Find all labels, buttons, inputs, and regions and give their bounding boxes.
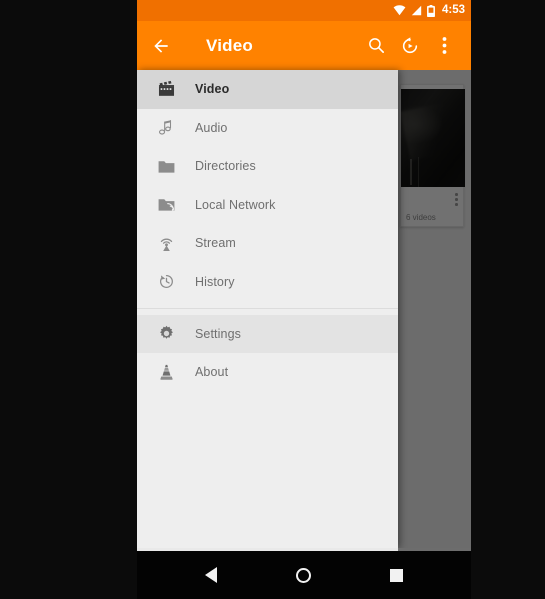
sidebar-item-label: Audio — [195, 120, 228, 135]
battery-icon — [427, 4, 435, 17]
device-frame: 6 videos 4:53 — [0, 0, 545, 599]
sidebar-item-about[interactable]: About — [137, 353, 398, 392]
nav-home-icon — [296, 567, 312, 583]
nav-recents-button[interactable] — [375, 555, 419, 595]
nav-recents-icon — [390, 568, 404, 582]
nav-home-button[interactable] — [282, 555, 326, 595]
sidebar-item-directories[interactable]: Directories — [137, 147, 398, 186]
sidebar-item-label: About — [195, 365, 229, 380]
wifi-icon — [393, 5, 406, 16]
folder-network-icon — [137, 195, 195, 214]
sidebar-item-label: Stream — [195, 236, 236, 251]
android-nav-bar — [137, 551, 471, 599]
sidebar-item-video[interactable]: Video — [137, 70, 398, 109]
folder-icon — [137, 157, 195, 176]
status-bar-clock: 4:53 — [441, 3, 465, 16]
navigation-drawer: Video Audio Directories Local Network St… — [137, 70, 398, 548]
history-clock-icon — [137, 272, 195, 291]
overflow-menu-icon[interactable] — [427, 26, 461, 66]
movie-icon — [137, 80, 195, 99]
search-icon[interactable] — [359, 26, 393, 66]
sidebar-item-label: Directories — [195, 159, 256, 174]
vlc-cone-icon — [137, 363, 195, 382]
sidebar-item-label: Settings — [195, 326, 241, 341]
signal-icon — [411, 5, 422, 16]
sidebar-item-label: History — [195, 274, 235, 289]
phone-screen: 6 videos 4:53 — [137, 0, 471, 599]
sidebar-item-label: Local Network — [195, 197, 276, 212]
broadcast-icon — [137, 234, 195, 253]
nav-back-button[interactable] — [189, 555, 233, 595]
sidebar-item-audio[interactable]: Audio — [137, 109, 398, 148]
history-play-icon[interactable] — [393, 26, 427, 66]
status-bar: 4:53 — [137, 0, 471, 21]
music-note-icon — [137, 119, 195, 137]
sidebar-item-local-network[interactable]: Local Network — [137, 186, 398, 225]
sidebar-item-stream[interactable]: Stream — [137, 224, 398, 263]
sidebar-item-history[interactable]: History — [137, 263, 398, 302]
gear-icon — [137, 324, 195, 343]
sidebar-item-label: Video — [195, 82, 230, 97]
nav-back-icon — [205, 567, 218, 583]
toolbar-title: Video — [206, 35, 253, 55]
app-toolbar: Video — [137, 21, 471, 70]
back-arrow-icon[interactable] — [151, 26, 177, 66]
sidebar-item-settings[interactable]: Settings — [137, 314, 398, 353]
